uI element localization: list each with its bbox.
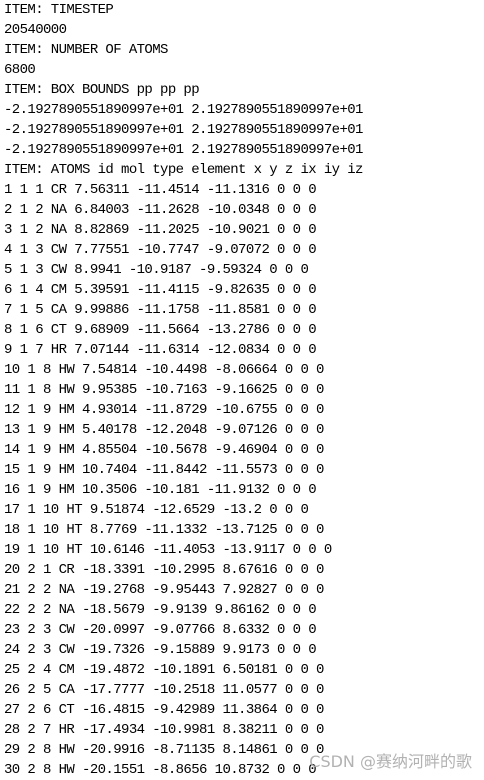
text-line: 7 1 5 CA 9.99886 -11.1758 -11.8581 0 0 0 [4,302,317,318]
text-line: 5 1 3 CW 8.9941 -10.9187 -9.59324 0 0 0 [4,262,309,278]
text-line: 12 1 9 HM 4.93014 -11.8729 -10.6755 0 0 … [4,402,324,418]
text-line: ITEM: ATOMS id mol type element x y z ix… [4,162,363,178]
text-line: 24 2 3 CW -19.7326 -9.15889 9.9173 0 0 0 [4,642,317,658]
text-line: 2 1 2 NA 6.84003 -11.2628 -10.0348 0 0 0 [4,202,317,218]
csdn-watermark: CSDN @赛纳河畔的歌 [309,752,472,771]
text-line: 25 2 4 CM -19.4872 -10.1891 6.50181 0 0 … [4,662,324,678]
lammps-dump-text: ITEM: TIMESTEP 20540000 ITEM: NUMBER OF AT… [4,0,363,780]
text-line: 14 1 9 HM 4.85504 -10.5678 -9.46904 0 0 … [4,442,324,458]
text-line: 22 2 2 NA -18.5679 -9.9139 9.86162 0 0 0 [4,602,317,618]
text-line: 11 1 8 HW 9.95385 -10.7163 -9.16625 0 0 … [4,382,324,398]
text-line: ITEM: TIMESTEP [4,2,114,18]
text-line: 20 2 1 CR -18.3391 -10.2995 8.67616 0 0 … [4,562,324,578]
text-line: 27 2 6 CT -16.4815 -9.42989 11.3864 0 0 … [4,702,324,718]
text-line: -2.1927890551890997e+01 2.19278905518909… [4,142,363,158]
text-line: -2.1927890551890997e+01 2.19278905518909… [4,122,363,138]
text-line: ITEM: BOX BOUNDS pp pp pp [4,82,200,98]
text-line: 3 1 2 NA 8.82869 -11.2025 -10.9021 0 0 0 [4,222,317,238]
text-line: 26 2 5 CA -17.7777 -10.2518 11.0577 0 0 … [4,682,324,698]
text-line: 8 1 6 CT 9.68909 -11.5664 -13.2786 0 0 0 [4,322,317,338]
text-line: 17 1 10 HT 9.51874 -12.6529 -13.2 0 0 0 [4,502,309,518]
text-line: 10 1 8 HW 7.54814 -10.4498 -8.06664 0 0 … [4,362,324,378]
text-line: 9 1 7 HR 7.07144 -11.6314 -12.0834 0 0 0 [4,342,317,358]
text-line: 28 2 7 HR -17.4934 -10.9981 8.38211 0 0 … [4,722,324,738]
text-line: 6800 [4,62,36,78]
text-line: 4 1 3 CW 7.77551 -10.7747 -9.07072 0 0 0 [4,242,317,258]
text-line: 13 1 9 HM 5.40178 -12.2048 -9.07126 0 0 … [4,422,324,438]
text-line: 20540000 [4,22,67,38]
text-line: ITEM: NUMBER OF ATOMS [4,42,168,58]
text-line: 15 1 9 HM 10.7404 -11.8442 -11.5573 0 0 … [4,462,324,478]
text-line: -2.1927890551890997e+01 2.19278905518909… [4,102,363,118]
text-line: 19 1 10 HT 10.6146 -11.4053 -13.9117 0 0… [4,542,332,558]
text-line: 6 1 4 CM 5.39591 -11.4115 -9.82635 0 0 0 [4,282,317,298]
text-line: 21 2 2 NA -19.2768 -9.95443 7.92827 0 0 … [4,582,324,598]
text-line: 23 2 3 CW -20.0997 -9.07766 8.6332 0 0 0 [4,622,317,638]
text-line: 16 1 9 HM 10.3506 -10.181 -11.9132 0 0 0 [4,482,317,498]
text-line: 1 1 1 CR 7.56311 -11.4514 -11.1316 0 0 0 [4,182,317,198]
text-line: 18 1 10 HT 8.7769 -11.1332 -13.7125 0 0 … [4,522,324,538]
